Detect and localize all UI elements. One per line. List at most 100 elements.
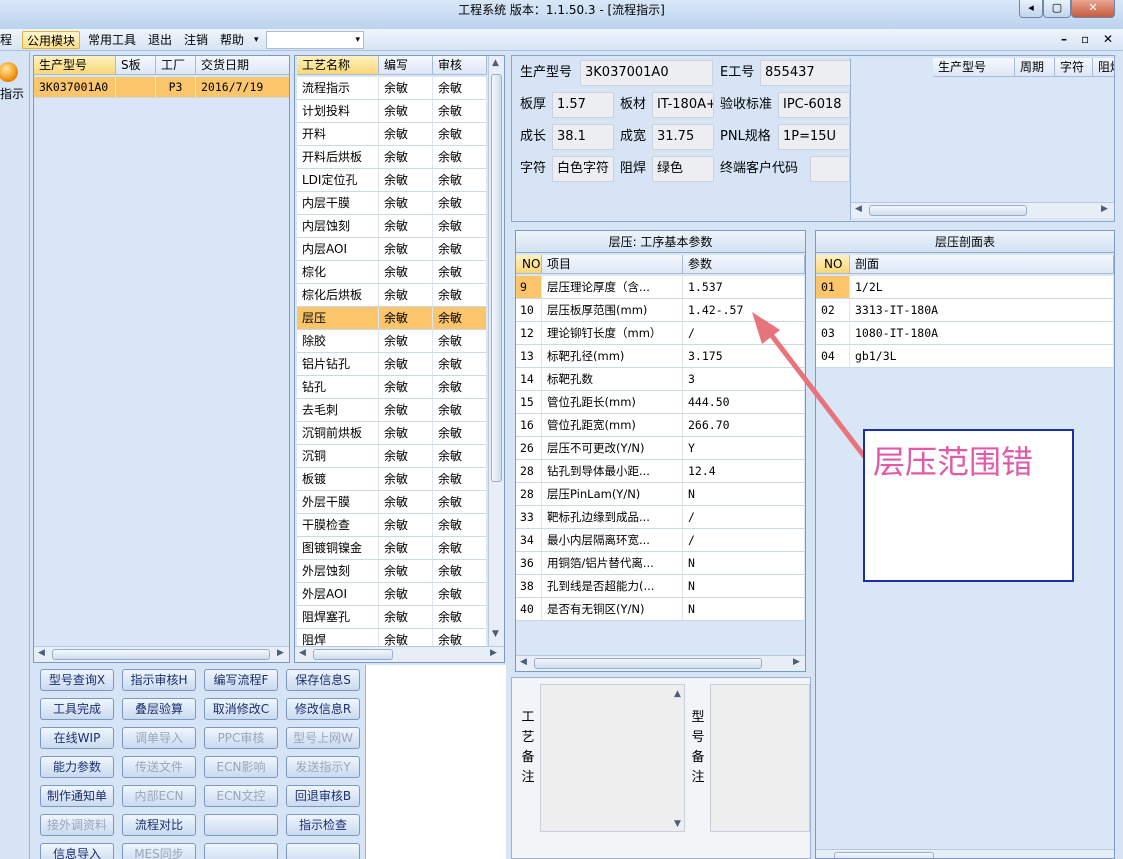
table-cell[interactable]: N <box>683 598 805 621</box>
table-cell[interactable]: 层压 <box>297 307 379 330</box>
menu-item-help[interactable]: 帮助 <box>216 31 248 49</box>
field-material[interactable]: IT-180A+ <box>652 92 714 118</box>
column-header-model[interactable]: 生产型号 <box>933 58 1015 77</box>
column-header-factory[interactable]: 工厂 <box>156 56 196 75</box>
action-button[interactable]: 能力参数 <box>40 756 114 778</box>
table-cell[interactable]: 14 <box>516 368 542 391</box>
horizontal-scrollbar[interactable]: ◀ ▶ <box>516 655 805 671</box>
table-cell[interactable]: 16 <box>516 414 542 437</box>
field-char[interactable]: 白色字符 <box>552 156 614 182</box>
table-cell[interactable]: 层压板厚范围(mm) <box>542 299 683 322</box>
scroll-right-icon[interactable]: ▶ <box>793 657 800 667</box>
table-cell[interactable]: 层压理论厚度（含... <box>542 276 683 299</box>
column-header-no[interactable]: NO <box>516 255 542 274</box>
action-button[interactable]: 叠层验算 <box>122 698 196 720</box>
table-cell[interactable]: 余敏 <box>433 169 487 192</box>
table-cell[interactable]: 外层AOI <box>297 583 379 606</box>
table-cell[interactable]: 棕化后烘板 <box>297 284 379 307</box>
minimize-button[interactable]: ◂ <box>1019 0 1043 18</box>
toolbar-combo[interactable]: ▾ <box>266 31 364 49</box>
column-header-char[interactable]: 字符 <box>1055 58 1093 77</box>
table-cell[interactable]: 12 <box>516 322 542 345</box>
action-button[interactable]: 型号上网W <box>286 727 360 749</box>
action-button[interactable]: 信息导入 <box>40 843 114 859</box>
table-cell[interactable]: 计划投料 <box>297 100 379 123</box>
action-button[interactable]: 发送指示Y <box>286 756 360 778</box>
table-cell[interactable]: 余敏 <box>433 399 487 422</box>
column-header-period[interactable]: 周期 <box>1015 58 1055 77</box>
table-cell[interactable]: N <box>683 483 805 506</box>
table-cell[interactable]: 余敏 <box>379 537 433 560</box>
action-button[interactable]: 在线WIP <box>40 727 114 749</box>
table-cell[interactable]: 余敏 <box>379 445 433 468</box>
table-cell[interactable]: 余敏 <box>379 284 433 307</box>
field-width[interactable]: 31.75 <box>652 124 714 150</box>
table-cell[interactable]: 余敏 <box>433 514 487 537</box>
table-cell[interactable]: 1.537 <box>683 276 805 299</box>
table-cell[interactable]: 余敏 <box>433 146 487 169</box>
horizontal-scrollbar[interactable] <box>816 849 1114 858</box>
action-button[interactable]: 指示审核H <box>122 669 196 691</box>
table-cell[interactable]: 余敏 <box>433 583 487 606</box>
mdi-close-button[interactable]: ✕ <box>1103 32 1113 46</box>
table-cell[interactable]: 余敏 <box>379 146 433 169</box>
table-cell[interactable]: 余敏 <box>379 560 433 583</box>
scroll-thumb[interactable] <box>534 658 762 669</box>
mdi-minimize-button[interactable]: – <box>1061 32 1067 46</box>
column-header-s-board[interactable]: S板 <box>116 56 156 75</box>
table-cell[interactable]: / <box>683 506 805 529</box>
scroll-left-icon[interactable]: ◀ <box>855 204 862 214</box>
table-cell[interactable]: 15 <box>516 391 542 414</box>
table-cell[interactable]: 余敏 <box>379 583 433 606</box>
table-cell[interactable]: 内层干膜 <box>297 192 379 215</box>
table-cell[interactable]: 阻焊塞孔 <box>297 606 379 629</box>
column-header-process-name[interactable]: 工艺名称 <box>297 56 379 75</box>
table-cell[interactable]: 余敏 <box>433 353 487 376</box>
table-cell[interactable]: 余敏 <box>379 491 433 514</box>
scroll-down-icon[interactable]: ▼ <box>492 629 499 639</box>
table-cell[interactable]: 钻孔到导体最小距... <box>542 460 683 483</box>
table-cell[interactable]: 26 <box>516 437 542 460</box>
table-cell[interactable]: N <box>683 552 805 575</box>
table-cell[interactable]: 除胶 <box>297 330 379 353</box>
model-remark-textarea[interactable] <box>710 684 810 832</box>
table-cell[interactable]: 铝片钻孔 <box>297 353 379 376</box>
table-cell[interactable]: 余敏 <box>433 307 487 330</box>
table-cell[interactable]: 沉铜前烘板 <box>297 422 379 445</box>
horizontal-scrollbar[interactable]: ◀ ▶ <box>34 646 289 662</box>
table-cell[interactable]: 28 <box>516 483 542 506</box>
table-cell[interactable]: 13 <box>516 345 542 368</box>
scroll-left-icon[interactable]: ◀ <box>520 657 527 667</box>
scroll-right-icon[interactable]: ▶ <box>490 648 497 658</box>
close-button[interactable]: ✕ <box>1071 0 1115 18</box>
table-cell[interactable]: 3K037001A0 <box>34 77 116 98</box>
table-cell[interactable]: 余敏 <box>379 77 433 100</box>
table-cell[interactable]: 36 <box>516 552 542 575</box>
table-cell[interactable]: 余敏 <box>379 307 433 330</box>
horizontal-scrollbar[interactable]: ◀ ▶ <box>295 646 504 662</box>
action-button[interactable]: PPC审核 <box>204 727 278 749</box>
scroll-thumb[interactable] <box>491 74 502 482</box>
table-cell[interactable]: 图镀铜镍金 <box>297 537 379 560</box>
help-dropdown-icon[interactable]: ▾ <box>250 31 263 49</box>
column-header-mask[interactable]: 阻焊 <box>1093 58 1114 77</box>
table-cell[interactable]: 余敏 <box>433 284 487 307</box>
table-cell[interactable]: 管位孔距宽(mm) <box>542 414 683 437</box>
action-button[interactable]: 回退审核B <box>286 785 360 807</box>
action-button[interactable]: 指示检查 <box>286 814 360 836</box>
action-button[interactable]: 型号查询X <box>40 669 114 691</box>
scroll-left-icon[interactable]: ◀ <box>299 648 306 658</box>
table-cell[interactable]: 余敏 <box>379 422 433 445</box>
field-standard[interactable]: IPC-6018 <box>778 92 850 118</box>
table-cell[interactable]: 余敏 <box>433 606 487 629</box>
table-cell[interactable]: 棕化 <box>297 261 379 284</box>
scroll-right-icon[interactable]: ▶ <box>277 648 284 658</box>
action-button[interactable]: 调单导入 <box>122 727 196 749</box>
table-cell[interactable]: 去毛刺 <box>297 399 379 422</box>
field-length[interactable]: 38.1 <box>552 124 614 150</box>
table-cell[interactable]: 余敏 <box>433 238 487 261</box>
action-button[interactable]: 传送文件 <box>122 756 196 778</box>
action-button[interactable]: 制作通知单 <box>40 785 114 807</box>
table-cell[interactable]: 余敏 <box>433 376 487 399</box>
action-button[interactable]: ECN影响 <box>204 756 278 778</box>
